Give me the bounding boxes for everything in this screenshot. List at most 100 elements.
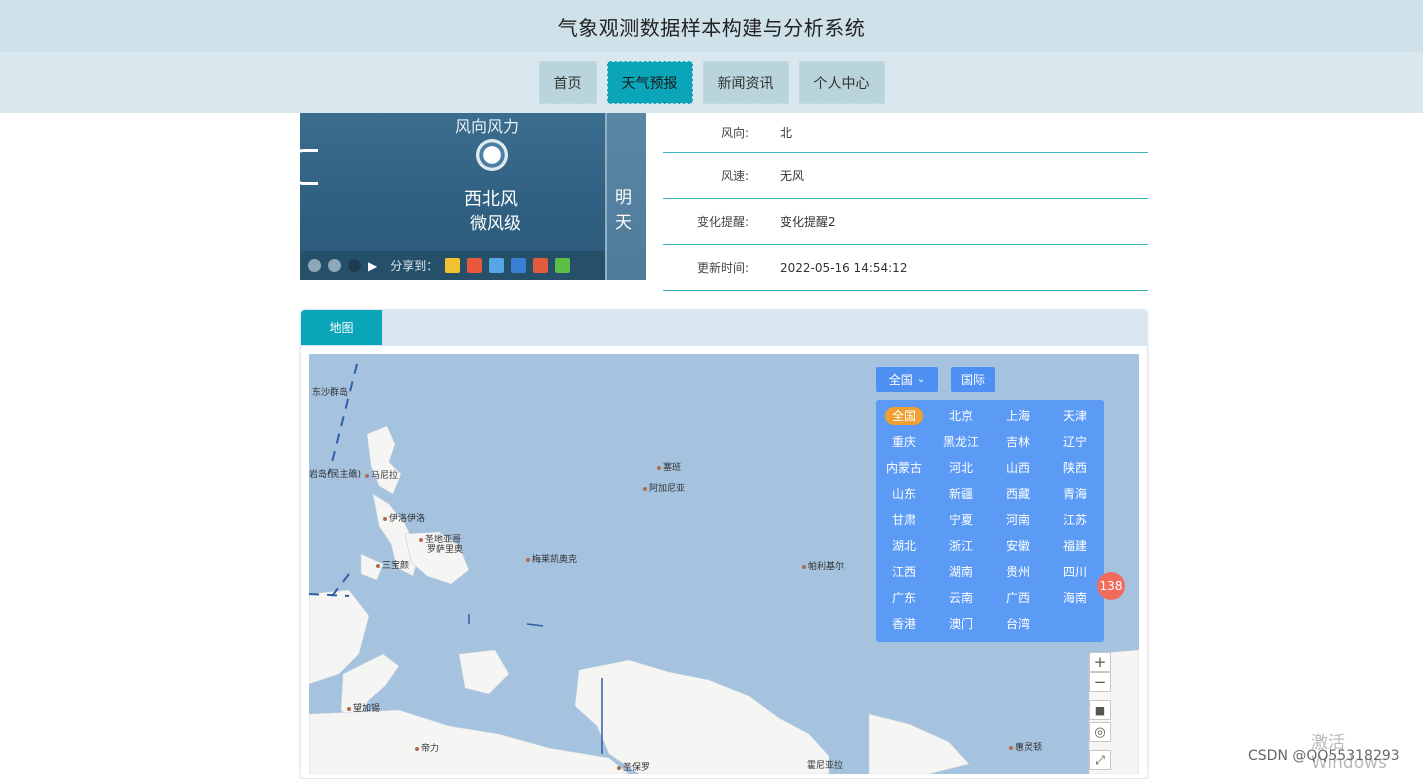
province-option[interactable]: 江西	[881, 563, 927, 581]
province-option[interactable]: 甘肃	[881, 511, 927, 529]
map-view[interactable]: 东沙群岛 岩岛(民主礁) 马尼拉 伊洛伊洛 圣地亚哥 罗萨里奥 三宝颜 塞班 阿…	[309, 354, 1139, 774]
csdn-watermark: CSDN @QQ55318293	[1248, 748, 1400, 764]
province-option[interactable]: 青海	[1052, 485, 1098, 503]
info-label: 变化提醒:	[696, 215, 749, 229]
province-option[interactable]: 海南	[1052, 589, 1098, 607]
province-option[interactable]: 湖南	[938, 563, 984, 581]
share-chat-icon[interactable]	[489, 258, 505, 273]
province-option[interactable]: 澳门	[938, 615, 984, 633]
app-header: 气象观测数据样本构建与分析系统	[0, 0, 1423, 52]
province-option[interactable]: 广西	[995, 589, 1041, 607]
province-option[interactable]: 全国	[885, 407, 923, 425]
province-option[interactable]: 天津	[1052, 407, 1098, 425]
place-label: 马尼拉	[365, 468, 398, 481]
china-map-icon[interactable]: ■	[1089, 700, 1111, 720]
chevron-down-icon: ⌄	[916, 374, 926, 385]
info-label: 风向:	[720, 126, 749, 140]
map-panel-header	[301, 310, 1147, 346]
zoom-out-icon[interactable]: −	[1089, 672, 1111, 692]
province-option[interactable]: 内蒙古	[881, 459, 927, 477]
province-option[interactable]: 北京	[938, 407, 984, 425]
international-button[interactable]: 国际	[951, 367, 995, 392]
province-option[interactable]: 河南	[995, 511, 1041, 529]
region-select-button[interactable]: 全国 ⌄	[876, 367, 938, 392]
province-option[interactable]: 山西	[995, 459, 1041, 477]
share-weibo-icon[interactable]	[467, 258, 483, 273]
info-label: 风速:	[720, 169, 749, 183]
info-label: 更新时间:	[696, 261, 749, 275]
place-label: 伊洛伊洛	[383, 511, 425, 524]
province-option[interactable]: 山东	[881, 485, 927, 503]
tomorrow-panel: 明天	[605, 113, 646, 280]
share-more-icon[interactable]	[555, 258, 571, 273]
place-label: 望加锡	[347, 701, 380, 714]
locate-icon[interactable]: ◎	[1089, 722, 1111, 742]
info-value: 无风	[780, 169, 805, 183]
nav-weather-forecast[interactable]: 天气预报	[606, 61, 693, 104]
province-option[interactable]: 黑龙江	[938, 433, 984, 451]
province-option[interactable]: 广东	[881, 589, 927, 607]
app-title: 气象观测数据样本构建与分析系统	[557, 15, 866, 40]
province-option[interactable]: 河北	[938, 459, 984, 477]
place-label: 惠灵顿	[1009, 740, 1042, 753]
tomorrow-label: 明天	[615, 188, 632, 233]
share-plane-icon[interactable]	[511, 258, 527, 273]
wind-level-text: 微风级	[470, 214, 521, 234]
share-renren-icon[interactable]	[533, 258, 549, 273]
share-label: 分享到：	[390, 259, 439, 273]
province-option[interactable]: 浙江	[938, 537, 984, 555]
province-option[interactable]: 吉林	[995, 433, 1041, 451]
province-option[interactable]: 香港	[881, 615, 927, 633]
place-label: 霍尼亚拉	[807, 761, 844, 771]
region-select-label: 全国	[888, 373, 913, 387]
province-option[interactable]: 湖北	[881, 537, 927, 555]
info-value: 变化提醒2	[780, 215, 836, 229]
place-label: 塞班	[657, 460, 681, 473]
main-nav: 首页 天气预报 新闻资讯 个人中心	[0, 52, 1423, 113]
province-option[interactable]: 辽宁	[1052, 433, 1098, 451]
nav-personal-center[interactable]: 个人中心	[798, 61, 885, 104]
nav-dot-icon[interactable]	[308, 259, 321, 272]
info-row-update-time: 更新时间: 2022-05-16 14:54:12	[663, 245, 1148, 291]
play-icon[interactable]: ▶	[368, 259, 377, 273]
count-badge: 138	[1097, 572, 1125, 600]
info-row-wind-speed: 风速: 无风	[663, 153, 1148, 199]
weather-info-list: 风向: 北 风速: 无风 变化提醒: 变化提醒2 更新时间: 2022-05-1…	[663, 113, 1148, 291]
place-label: 梅莱凯奥克	[526, 552, 577, 565]
nav-dot-icon[interactable]	[328, 259, 341, 272]
place-label: 阿加尼亚	[643, 481, 685, 494]
map-controls: + − ■ ◎ ⤢	[1089, 652, 1111, 770]
share-qzone-icon[interactable]	[445, 258, 461, 273]
nav-dot-icon[interactable]	[348, 259, 361, 272]
place-label: 帝力	[415, 741, 439, 754]
province-option[interactable]: 西藏	[995, 485, 1041, 503]
province-option[interactable]: 宁夏	[938, 511, 984, 529]
province-option[interactable]: 江苏	[1052, 511, 1098, 529]
place-label: 帕利基尔	[802, 559, 844, 572]
fullscreen-icon[interactable]: ⤢	[1089, 750, 1111, 770]
province-option[interactable]: 福建	[1052, 537, 1098, 555]
province-option[interactable]: 重庆	[881, 433, 927, 451]
province-option[interactable]: 新疆	[938, 485, 984, 503]
arrow-icon	[300, 149, 318, 185]
province-dropdown: 全国 北京 上海 天津重庆 黑龙江 吉林 辽宁内蒙古 河北 山西 陕西山东 新疆 西藏 青海甘肃 宁夏 河南…	[876, 400, 1104, 642]
province-option[interactable]: 上海	[995, 407, 1041, 425]
info-row-wind-direction: 风向: 北	[663, 113, 1148, 153]
nav-home[interactable]: 首页	[538, 61, 597, 104]
wind-direction-text: 西北风	[464, 189, 518, 210]
nav-news[interactable]: 新闻资讯	[702, 61, 789, 104]
province-option[interactable]: 台湾	[995, 615, 1041, 633]
place-label: 东沙群岛	[312, 388, 349, 398]
wind-label: 风向风力	[455, 117, 520, 136]
province-option[interactable]: 陕西	[1052, 459, 1098, 477]
province-option[interactable]: 安徽	[995, 537, 1041, 555]
province-option[interactable]: 贵州	[995, 563, 1041, 581]
info-row-change-alert: 变化提醒: 变化提醒2	[663, 199, 1148, 245]
province-option[interactable]: 云南	[938, 589, 984, 607]
province-option[interactable]: 四川	[1052, 563, 1098, 581]
place-label: 圣保罗	[617, 760, 650, 773]
info-value: 2022-05-16 14:54:12	[780, 260, 908, 275]
tab-map[interactable]: 地图	[301, 310, 382, 345]
zoom-in-icon[interactable]: +	[1089, 652, 1111, 672]
place-label: 三宝颜	[376, 558, 409, 571]
